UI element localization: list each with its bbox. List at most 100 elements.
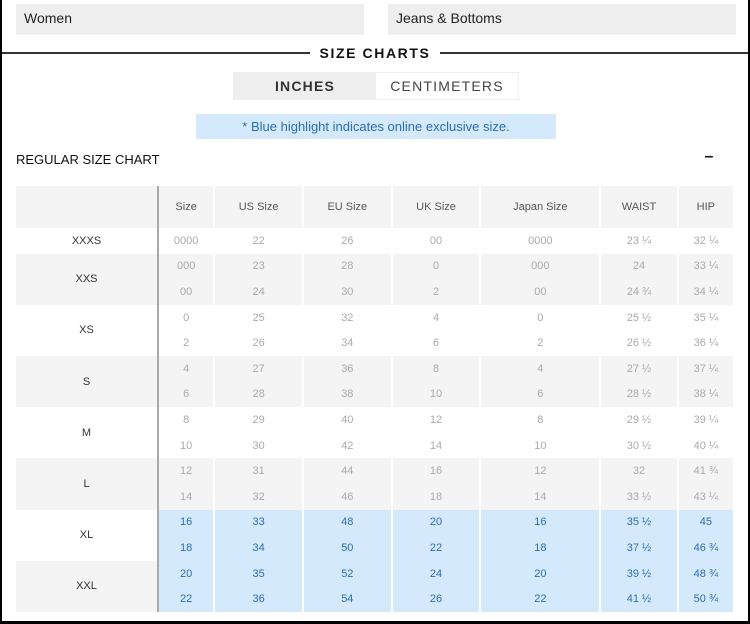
table-cell: 16 <box>481 509 602 536</box>
section-title: SIZE CHARTS <box>319 45 431 61</box>
online-exclusive-note: * Blue highlight indicates online exclus… <box>196 114 556 139</box>
table-cell: 33 ½ <box>601 483 679 510</box>
table-cell: 26 ½ <box>601 330 679 356</box>
table-cell: 48 <box>303 509 393 536</box>
table-cell: 12 <box>392 407 482 433</box>
table-cell: 0 <box>392 253 482 280</box>
table-cell: 10 <box>159 432 216 459</box>
table-cell: 24 <box>215 279 304 305</box>
table-cell: 37 ¼ <box>678 355 735 382</box>
table-cell: 22 <box>481 586 602 612</box>
table-cell: 6 <box>159 381 216 408</box>
table-cell: 32 <box>601 458 679 484</box>
table-cell: 4 <box>159 355 216 382</box>
column-header: WAIST <box>601 186 679 228</box>
table-cell: 34 ¼ <box>678 279 735 305</box>
size-chart-page: Women Jeans & Bottoms SIZE CHARTS INCHES… <box>2 0 748 621</box>
table-cell: 30 <box>215 432 304 459</box>
table-cell: 48 ¾ <box>678 560 735 587</box>
table-cell: 35 ¼ <box>678 304 735 331</box>
table-cell: 39 ½ <box>601 560 679 587</box>
column-header: US Size <box>215 186 304 228</box>
collapse-icon[interactable]: – <box>702 148 716 168</box>
table-cell: 36 ¼ <box>678 330 735 356</box>
table-cell: 00 <box>159 279 216 305</box>
table-cell: 29 <box>215 407 304 433</box>
table-cell: 29 ½ <box>601 407 679 433</box>
table-cell: 25 <box>215 304 304 331</box>
table-cell: 0000 <box>159 228 216 254</box>
table-cell: 32 ¼ <box>678 228 735 254</box>
table-cell: 40 ¼ <box>678 432 735 459</box>
table-cell: 18 <box>392 483 482 510</box>
table-cell: 20 <box>159 560 216 587</box>
table-cell: 0000 <box>481 228 602 254</box>
header-corner <box>16 186 159 228</box>
table-cell: 28 ½ <box>601 381 679 408</box>
tab-centimeters[interactable]: CENTIMETERS <box>376 73 518 99</box>
table-cell: 000 <box>481 253 602 280</box>
table-cell: 26 <box>303 228 393 254</box>
size-group-label: XXS <box>16 253 159 305</box>
table-cell: 10 <box>481 432 602 459</box>
unit-toggle: INCHES CENTIMETERS <box>233 72 519 100</box>
table-cell: 35 ½ <box>601 509 679 536</box>
table-cell: 2 <box>481 330 602 356</box>
table-cell: 14 <box>481 483 602 510</box>
table-cell: 32 <box>215 483 304 510</box>
table-row: XXXS 0000 22 26 00 0000 23 ¼ 32 ¼ <box>16 228 735 254</box>
table-cell: 40 <box>303 407 393 433</box>
heading-rule-right <box>440 52 748 54</box>
table-cell: 30 ½ <box>601 432 679 459</box>
table-cell: 39 ¼ <box>678 407 735 433</box>
table-cell: 8 <box>392 355 482 382</box>
table-cell: 24 <box>392 560 482 587</box>
table-row: XS 0 25 32 4 0 25 ½ 35 ¼ <box>16 304 735 356</box>
table-cell: 41 ½ <box>601 586 679 612</box>
table-cell: 28 <box>303 253 393 280</box>
table-cell: 16 <box>159 509 216 536</box>
category-select[interactable]: Jeans & Bottoms <box>388 4 736 35</box>
table-cell: 45 <box>678 509 735 536</box>
table-cell: 28 <box>215 381 304 408</box>
table-cell: 35 <box>215 560 304 587</box>
size-group-label: L <box>16 458 159 510</box>
table-cell: 24 <box>601 253 679 280</box>
table-row: XXS 000 23 28 0 000 24 33 ¼ <box>16 253 735 305</box>
gender-select[interactable]: Women <box>16 4 364 35</box>
column-header: UK Size <box>392 186 482 228</box>
size-group-label: M <box>16 407 159 459</box>
table-cell: 22 <box>392 535 482 561</box>
table-cell: 12 <box>481 458 602 484</box>
table-cell: 2 <box>159 330 216 356</box>
table-cell: 24 ¾ <box>601 279 679 305</box>
size-group-label: XXXS <box>16 228 159 254</box>
column-header: HIP <box>678 186 735 228</box>
table-cell: 30 <box>303 279 393 305</box>
chart-title: REGULAR SIZE CHART <box>16 152 160 167</box>
table-cell: 33 <box>215 509 304 536</box>
column-header: Japan Size <box>481 186 602 228</box>
table-cell: 2 <box>392 279 482 305</box>
table-cell: 32 <box>303 304 393 331</box>
table-cell: 36 <box>303 355 393 382</box>
column-header: Size <box>159 186 216 228</box>
table-cell: 6 <box>481 381 602 408</box>
table-row: L 12 31 44 16 12 32 41 ¾ <box>16 458 735 510</box>
table-cell: 14 <box>159 483 216 510</box>
table-cell: 42 <box>303 432 393 459</box>
table-cell: 50 ¾ <box>678 586 735 612</box>
table-cell: 18 <box>159 535 216 561</box>
table-cell: 22 <box>159 586 216 612</box>
table-cell: 12 <box>159 458 216 484</box>
table-cell: 14 <box>392 432 482 459</box>
table-cell: 6 <box>392 330 482 356</box>
table-cell: 00 <box>392 228 482 254</box>
table-cell: 0 <box>481 304 602 331</box>
table-row: S 4 27 36 8 4 27 ½ 37 ¼ <box>16 355 735 408</box>
table-cell: 8 <box>159 407 216 433</box>
size-group-label: XXL <box>16 560 159 612</box>
tab-inches[interactable]: INCHES <box>234 73 376 99</box>
size-table: Size US Size EU Size UK Size Japan Size WAIST… <box>16 186 735 612</box>
table-cell: 20 <box>392 509 482 536</box>
